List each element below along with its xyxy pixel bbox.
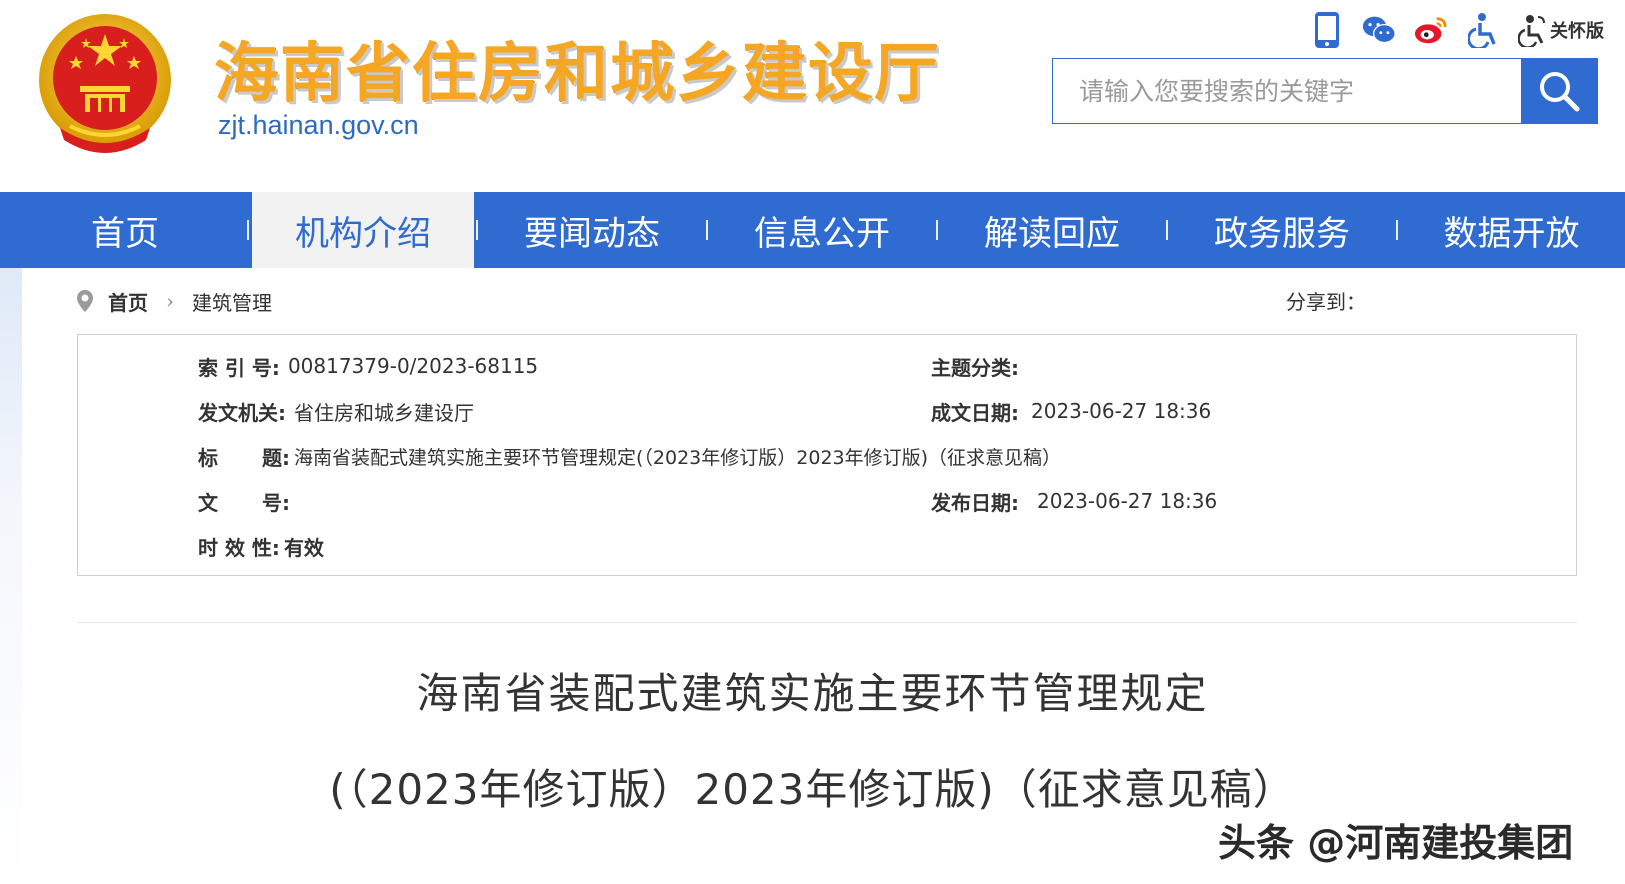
info-validity-label: 时 效 性: xyxy=(198,535,280,560)
mobile-icon[interactable] xyxy=(1310,12,1344,48)
breadcrumb: 首页 › 建筑管理 xyxy=(76,284,272,318)
info-published-value: 2023-06-27 18:36 xyxy=(1037,489,1218,513)
site-domain: zjt.hainan.gov.cn xyxy=(218,110,419,140)
elder-care-mode[interactable]: 关怀版 xyxy=(1518,13,1604,47)
info-title-label-b: 题: xyxy=(262,445,290,470)
document-title: 海南省装配式建筑实施主要环节管理规定 xyxy=(416,669,1209,718)
breadcrumb-home[interactable]: 首页 xyxy=(108,287,148,316)
info-topic-label: 主题分类: xyxy=(931,355,1019,380)
document-info-box: 索 引 号: 00817379-0/2023-68115 主题分类: 发文机关:… xyxy=(77,334,1577,576)
info-issuer-row: 发文机关: 省住房和城乡建设厅 xyxy=(198,396,474,426)
search-icon xyxy=(1540,72,1580,112)
watermark: 头条 @河南建投集团 xyxy=(1218,821,1574,865)
accessibility-icon[interactable] xyxy=(1466,12,1500,48)
main-nav: 首页 机构介绍 要闻动态 信息公开 解读回应 政务服务 数据开放 xyxy=(0,192,1625,268)
nav-item-disclosure[interactable]: 信息公开 xyxy=(708,192,936,268)
location-pin-icon xyxy=(77,290,93,312)
site-title: 海南省住房和城乡建设厅 xyxy=(214,37,940,111)
info-title-value: 海南省装配式建筑实施主要环节管理规定(（2023年修订版）2023年修订版)（征… xyxy=(294,446,1062,469)
nav-item-open-data[interactable]: 数据开放 xyxy=(1398,192,1625,268)
info-issuer-label: 发文机关: xyxy=(198,400,286,425)
national-emblem-icon xyxy=(30,8,180,158)
info-title-row: 标 题: 海南省装配式建筑实施主要环节管理规定(（2023年修订版）2023年修… xyxy=(198,441,1061,471)
info-topic-row: 主题分类: xyxy=(931,351,1027,381)
nav-separator xyxy=(247,220,249,240)
elder-care-icon xyxy=(1518,15,1545,47)
header-tools: 关怀版 xyxy=(1310,8,1604,52)
content-divider xyxy=(77,622,1577,623)
elder-care-label: 关怀版 xyxy=(1550,21,1604,42)
info-created-row: 成文日期: 2023-06-27 18:36 xyxy=(931,396,1211,426)
info-title-label-a: 标 xyxy=(198,445,218,470)
nav-item-interpretation[interactable]: 解读回应 xyxy=(938,192,1166,268)
site-header: 海南省住房和城乡建设厅 zjt.hainan.gov.cn 关怀版 请输入您要搜… xyxy=(0,0,1625,192)
info-published-row: 发布日期: 2023-06-27 18:36 xyxy=(931,486,1217,516)
search-button[interactable] xyxy=(1521,59,1597,123)
search-input[interactable] xyxy=(1053,59,1521,123)
document-subtitle: (（2023年修订版）2023年修订版)（征求意见稿） xyxy=(329,765,1296,814)
info-created-label: 成文日期: xyxy=(931,400,1019,425)
info-docno-label-a: 文 xyxy=(198,490,218,515)
info-validity-row: 时 效 性: 有效 xyxy=(198,531,324,561)
info-docno-row: 文 号: xyxy=(198,486,298,516)
wechat-icon[interactable] xyxy=(1362,12,1396,48)
info-index-value: 00817379-0/2023-68115 xyxy=(287,354,539,378)
nav-item-home[interactable]: 首页 xyxy=(0,192,250,268)
nav-item-news[interactable]: 要闻动态 xyxy=(478,192,706,268)
info-validity-value: 有效 xyxy=(283,535,324,560)
info-issuer-value: 省住房和城乡建设厅 xyxy=(294,400,474,425)
chevron-right-icon: › xyxy=(166,289,174,313)
search-box xyxy=(1052,58,1598,124)
share-label: 分享到： xyxy=(1286,290,1366,314)
nav-item-about[interactable]: 机构介绍 xyxy=(252,192,474,268)
info-created-value: 2023-06-27 18:36 xyxy=(1031,399,1212,423)
breadcrumb-current[interactable]: 建筑管理 xyxy=(192,287,272,316)
nav-item-services[interactable]: 政务服务 xyxy=(1168,192,1396,268)
weibo-icon[interactable] xyxy=(1414,12,1448,48)
info-docno-label-b: 号: xyxy=(262,490,290,515)
info-index-row: 索 引 号: 00817379-0/2023-68115 xyxy=(198,351,538,381)
info-index-label: 索 引 号: xyxy=(198,355,280,380)
info-published-label: 发布日期: xyxy=(931,490,1019,515)
